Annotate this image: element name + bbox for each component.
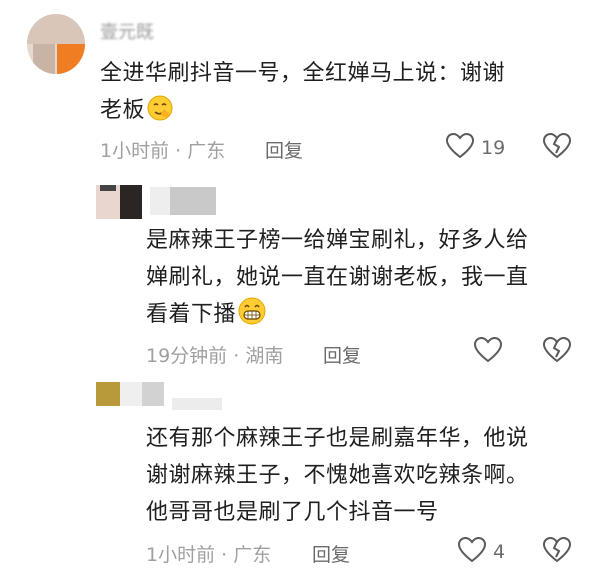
username-redacted[interactable] bbox=[150, 187, 170, 215]
dislike-button[interactable] bbox=[542, 132, 572, 164]
comment-time: 1小时前 bbox=[100, 140, 170, 162]
comment-meta: 1小时前 · 广东 bbox=[146, 540, 271, 567]
username[interactable]: 壹元既 bbox=[100, 18, 154, 44]
smirk-emoji-icon bbox=[147, 95, 173, 133]
grin-emoji-icon bbox=[238, 297, 266, 337]
reply-button[interactable]: 回复 bbox=[312, 540, 350, 567]
username-redacted[interactable] bbox=[172, 398, 222, 410]
comment-text: 还有那个麻辣王子也是刷嘉年华，他说 谢谢麻辣王子，不愧她喜欢吃辣条啊。 他哥哥也… bbox=[146, 420, 529, 531]
reply-button[interactable]: 回复 bbox=[323, 341, 361, 368]
comment-line: 全进华刷抖音一号，全红婵马上说：谢谢 bbox=[100, 61, 506, 86]
heart-outline-icon bbox=[445, 132, 475, 164]
comment-meta: 1小时前 · 广东 bbox=[100, 136, 225, 163]
comment-line: 看着下播 bbox=[146, 296, 529, 337]
comment-location: 广东 bbox=[233, 544, 272, 566]
comment-time: 1小时前 bbox=[146, 544, 216, 566]
dislike-button[interactable] bbox=[542, 536, 572, 568]
broken-heart-icon bbox=[542, 536, 572, 568]
like-count: 19 bbox=[481, 137, 506, 159]
avatar[interactable] bbox=[96, 382, 168, 410]
meta-separator: · bbox=[227, 345, 246, 367]
comment-line: 他哥哥也是刷了几个抖音一号 bbox=[146, 500, 439, 525]
comment-line: 老板 bbox=[100, 92, 505, 133]
avatar[interactable] bbox=[27, 14, 85, 74]
dislike-button[interactable] bbox=[542, 336, 572, 368]
comment-line: 是麻辣王子榜一给婵宝刷礼，好多人给 bbox=[146, 228, 529, 253]
comment-line: 谢谢麻辣王子，不愧她喜欢吃辣条啊。 bbox=[146, 463, 529, 488]
like-button[interactable]: 19 bbox=[445, 132, 505, 164]
comment-line: 还有那个麻辣王子也是刷嘉年华，他说 bbox=[146, 426, 529, 451]
like-button[interactable] bbox=[473, 336, 509, 368]
comment-meta: 19分钟前 · 湖南 bbox=[146, 341, 283, 368]
comment-location: 湖南 bbox=[245, 345, 284, 367]
comment-text: 是麻辣王子榜一给婵宝刷礼，好多人给 婵刷礼，她说一直在谢谢老板，我一直 看着下播 bbox=[146, 222, 529, 337]
like-count: 4 bbox=[493, 541, 506, 563]
broken-heart-icon bbox=[542, 132, 572, 164]
comment-list: 壹元既 全进华刷抖音一号，全红婵马上说：谢谢 老板 1小时前 · 广东 回复 1… bbox=[0, 0, 600, 575]
avatar[interactable] bbox=[96, 185, 146, 219]
username-redacted[interactable] bbox=[170, 187, 216, 215]
heart-outline-icon bbox=[473, 336, 503, 368]
broken-heart-icon bbox=[542, 336, 572, 368]
reply-button[interactable]: 回复 bbox=[265, 136, 303, 163]
comment-time: 19分钟前 bbox=[146, 345, 228, 367]
comment-text: 全进华刷抖音一号，全红婵马上说：谢谢 老板 bbox=[100, 55, 505, 133]
comment-line: 婵刷礼，她说一直在谢谢老板，我一直 bbox=[146, 265, 529, 290]
heart-outline-icon bbox=[457, 536, 487, 568]
meta-separator: · bbox=[215, 544, 234, 566]
meta-separator: · bbox=[169, 140, 188, 162]
comment-location: 广东 bbox=[187, 140, 226, 162]
like-button[interactable]: 4 bbox=[457, 536, 505, 568]
